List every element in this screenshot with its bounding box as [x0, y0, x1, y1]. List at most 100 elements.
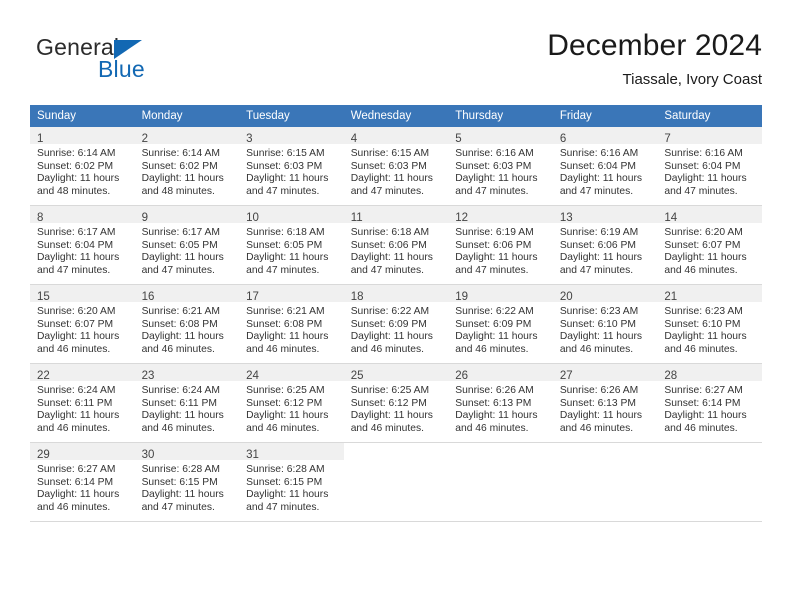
- daylight-duration-line1: Daylight: 11 hours: [141, 489, 224, 501]
- daylight-duration-line2: and 47 minutes.: [559, 264, 634, 276]
- day-cell-content: 23 Sunrise: 6:24 AM Sunset: 6:11 PM Dayligh…: [134, 364, 240, 442]
- sunrise-time: Sunrise: 6:18 AM: [246, 227, 325, 238]
- sunrise-time: Sunrise: 6:14 AM: [37, 148, 116, 159]
- sunset-time: Sunset: 6:12 PM: [350, 397, 427, 409]
- daylight-duration-line1: Daylight: 11 hours: [559, 173, 643, 185]
- day-cell-content: 1 Sunrise: 6:14 AM Sunset: 6:02 PM Daylight…: [30, 127, 135, 205]
- day-sun-info: Sunrise: 6:17 AM Sunset: 6:04 PM Daylight:…: [30, 223, 135, 277]
- daylight-duration-line2: and 47 minutes.: [455, 185, 529, 197]
- day-cell-content: 18 Sunrise: 6:22 AM Sunset: 6:09 PM Dayligh…: [343, 285, 449, 363]
- sunrise-time: Sunrise: 6:16 AM: [455, 148, 534, 159]
- sunset-time: Sunset: 6:06 PM: [455, 239, 532, 251]
- calendar-day-cell[interactable]: 26 Sunrise: 6:26 AM Sunset: 6:13 PM Dayligh…: [448, 363, 553, 443]
- calendar-day-cell[interactable]: 2 Sunrise: 6:14 AM Sunset: 6:02 PM Daylight…: [134, 127, 240, 206]
- calendar-day-cell[interactable]: 23 Sunrise: 6:24 AM Sunset: 6:11 PM Dayligh…: [134, 363, 240, 443]
- weekday-header-row: Sunday Monday Tuesday Wednesday Thursday…: [30, 105, 762, 127]
- day-number: 2: [141, 133, 148, 145]
- calendar-day-cell[interactable]: 1 Sunrise: 6:14 AM Sunset: 6:02 PM Daylight…: [30, 127, 135, 206]
- calendar-day-cell[interactable]: 18 Sunrise: 6:22 AM Sunset: 6:09 PM Dayligh…: [343, 284, 449, 364]
- calendar-day-cell[interactable]: 9 Sunrise: 6:17 AM Sunset: 6:05 PM Daylight…: [134, 205, 240, 285]
- calendar-day-cell[interactable]: 7 Sunrise: 6:16 AM Sunset: 6:04 PM Daylight…: [657, 127, 762, 206]
- sunset-time: Sunset: 6:14 PM: [37, 476, 114, 488]
- calendar-day-cell[interactable]: 3 Sunrise: 6:15 AM Sunset: 6:03 PM Daylight…: [239, 127, 344, 206]
- sunrise-time: Sunrise: 6:20 AM: [664, 227, 743, 238]
- day-cell-content: 28 Sunrise: 6:27 AM Sunset: 6:14 PM Dayligh…: [657, 364, 762, 442]
- calendar-day-cell[interactable]: 25 Sunrise: 6:25 AM Sunset: 6:12 PM Dayligh…: [343, 363, 449, 443]
- sunset-time: Sunset: 6:14 PM: [664, 397, 741, 409]
- calendar-day-cell[interactable]: 28 Sunrise: 6:27 AM Sunset: 6:14 PM Dayligh…: [657, 363, 762, 443]
- day-number-band: 28: [657, 364, 762, 382]
- daylight-duration-line2: and 47 minutes.: [141, 501, 215, 513]
- day-number-band: 31: [239, 443, 344, 461]
- sunset-time: Sunset: 6:03 PM: [455, 160, 532, 172]
- calendar-day-cell[interactable]: 5 Sunrise: 6:16 AM Sunset: 6:03 PM Daylight…: [448, 127, 553, 206]
- day-cell-content: 7 Sunrise: 6:16 AM Sunset: 6:04 PM Daylight…: [657, 127, 762, 205]
- calendar-day-cell[interactable]: 21 Sunrise: 6:23 AM Sunset: 6:10 PM Dayligh…: [657, 284, 762, 364]
- sunrise-time: Sunrise: 6:22 AM: [350, 306, 430, 317]
- sunset-time: Sunset: 6:07 PM: [37, 318, 114, 330]
- calendar-day-cell[interactable]: 24 Sunrise: 6:25 AM Sunset: 6:12 PM Dayligh…: [239, 363, 344, 443]
- day-cell-content: 29 Sunrise: 6:27 AM Sunset: 6:14 PM Dayligh…: [30, 443, 135, 521]
- daylight-duration-line1: Daylight: 11 hours: [350, 173, 433, 185]
- sunset-time: Sunset: 6:06 PM: [350, 239, 427, 251]
- calendar-day-cell[interactable]: 11 Sunrise: 6:18 AM Sunset: 6:06 PM Dayligh…: [343, 205, 449, 285]
- day-sun-info: Sunrise: 6:20 AM Sunset: 6:07 PM Daylight:…: [657, 223, 762, 277]
- calendar-day-cell[interactable]: 27 Sunrise: 6:26 AM Sunset: 6:13 PM Dayligh…: [552, 363, 658, 443]
- calendar-day-cell[interactable]: 4 Sunrise: 6:15 AM Sunset: 6:03 PM Daylight…: [343, 127, 449, 206]
- daylight-duration-line2: and 46 minutes.: [664, 343, 738, 355]
- daylight-duration-line2: and 46 minutes.: [664, 264, 738, 276]
- calendar-day-cell[interactable]: 8 Sunrise: 6:17 AM Sunset: 6:04 PM Daylight…: [30, 205, 135, 285]
- calendar-day-cell[interactable]: 17 Sunrise: 6:21 AM Sunset: 6:08 PM Dayligh…: [239, 284, 344, 364]
- calendar-day-cell[interactable]: 30 Sunrise: 6:28 AM Sunset: 6:15 PM Dayligh…: [134, 442, 240, 522]
- sunset-time: Sunset: 6:04 PM: [559, 160, 636, 172]
- logo-text-blue: Blue: [98, 56, 145, 82]
- sunset-time: Sunset: 6:08 PM: [246, 318, 323, 330]
- calendar-day-cell[interactable]: 31 Sunrise: 6:28 AM Sunset: 6:15 PM Dayligh…: [239, 442, 344, 522]
- sunset-time: Sunset: 6:05 PM: [141, 239, 218, 251]
- sunset-time: Sunset: 6:02 PM: [37, 160, 114, 172]
- day-number-band: 2: [134, 127, 240, 145]
- calendar-day-cell[interactable]: 29 Sunrise: 6:27 AM Sunset: 6:14 PM Dayligh…: [30, 442, 135, 522]
- day-sun-info: Sunrise: 6:14 AM Sunset: 6:02 PM Daylight:…: [30, 144, 135, 198]
- day-sun-info: Sunrise: 6:24 AM Sunset: 6:11 PM Daylight:…: [30, 381, 135, 435]
- daylight-duration-line2: and 47 minutes.: [350, 185, 424, 197]
- calendar-day-cell[interactable]: 16 Sunrise: 6:21 AM Sunset: 6:08 PM Dayligh…: [134, 284, 240, 364]
- calendar-day-cell[interactable]: 15 Sunrise: 6:20 AM Sunset: 6:07 PM Dayligh…: [30, 284, 135, 364]
- day-cell-content: 11 Sunrise: 6:18 AM Sunset: 6:06 PM Dayligh…: [343, 206, 449, 284]
- calendar-day-cell[interactable]: 22 Sunrise: 6:24 AM Sunset: 6:11 PM Dayligh…: [30, 363, 135, 443]
- daylight-duration-line1: Daylight: 11 hours: [455, 410, 538, 422]
- daylight-duration-line2: and 46 minutes.: [559, 343, 634, 355]
- calendar-day-cell[interactable]: 12 Sunrise: 6:19 AM Sunset: 6:06 PM Dayligh…: [448, 205, 553, 285]
- sunrise-time: Sunrise: 6:27 AM: [37, 464, 116, 475]
- sunrise-time: Sunrise: 6:24 AM: [141, 385, 220, 396]
- day-cell-content: 9 Sunrise: 6:17 AM Sunset: 6:05 PM Daylight…: [134, 206, 240, 284]
- calendar-day-cell[interactable]: 10 Sunrise: 6:18 AM Sunset: 6:05 PM Dayligh…: [239, 205, 344, 285]
- general-blue-logo[interactable]: General Blue: [36, 34, 196, 88]
- daylight-duration-line2: and 46 minutes.: [141, 343, 215, 355]
- sunrise-time: Sunrise: 6:25 AM: [246, 385, 325, 396]
- day-number-band: 1: [30, 127, 135, 145]
- day-number: 18: [350, 291, 364, 303]
- calendar-day-cell[interactable]: 13 Sunrise: 6:19 AM Sunset: 6:06 PM Dayligh…: [552, 205, 658, 285]
- sunrise-time: Sunrise: 6:24 AM: [37, 385, 116, 396]
- day-number: 12: [455, 212, 469, 224]
- day-sun-info: Sunrise: 6:19 AM Sunset: 6:06 PM Daylight:…: [448, 223, 553, 277]
- day-number: 5: [455, 133, 462, 145]
- calendar-day-cell[interactable]: 6 Sunrise: 6:16 AM Sunset: 6:04 PM Daylight…: [552, 127, 658, 206]
- calendar-day-cell[interactable]: 20 Sunrise: 6:23 AM Sunset: 6:10 PM Dayligh…: [552, 284, 658, 364]
- sunset-time: Sunset: 6:11 PM: [37, 397, 113, 409]
- daylight-duration-line1: Daylight: 11 hours: [37, 252, 120, 264]
- daylight-duration-line2: and 46 minutes.: [37, 343, 111, 355]
- day-sun-info: Sunrise: 6:23 AM Sunset: 6:10 PM Daylight:…: [553, 302, 658, 356]
- day-number: 15: [37, 291, 50, 303]
- daylight-duration-line1: Daylight: 11 hours: [350, 410, 433, 422]
- sunset-time: Sunset: 6:09 PM: [455, 318, 532, 330]
- calendar-day-cell[interactable]: 14 Sunrise: 6:20 AM Sunset: 6:07 PM Dayligh…: [657, 205, 762, 285]
- day-cell-content: 21 Sunrise: 6:23 AM Sunset: 6:10 PM Dayligh…: [657, 285, 762, 363]
- calendar-day-cell[interactable]: 19 Sunrise: 6:22 AM Sunset: 6:09 PM Dayligh…: [448, 284, 553, 364]
- day-number: 30: [141, 449, 155, 461]
- weekday-header-friday: Friday: [552, 105, 658, 127]
- sunset-time: Sunset: 6:03 PM: [350, 160, 427, 172]
- daylight-duration-line1: Daylight: 11 hours: [141, 252, 224, 264]
- page-header: General Blue December 2024 Tiassale, Ivo…: [30, 28, 762, 98]
